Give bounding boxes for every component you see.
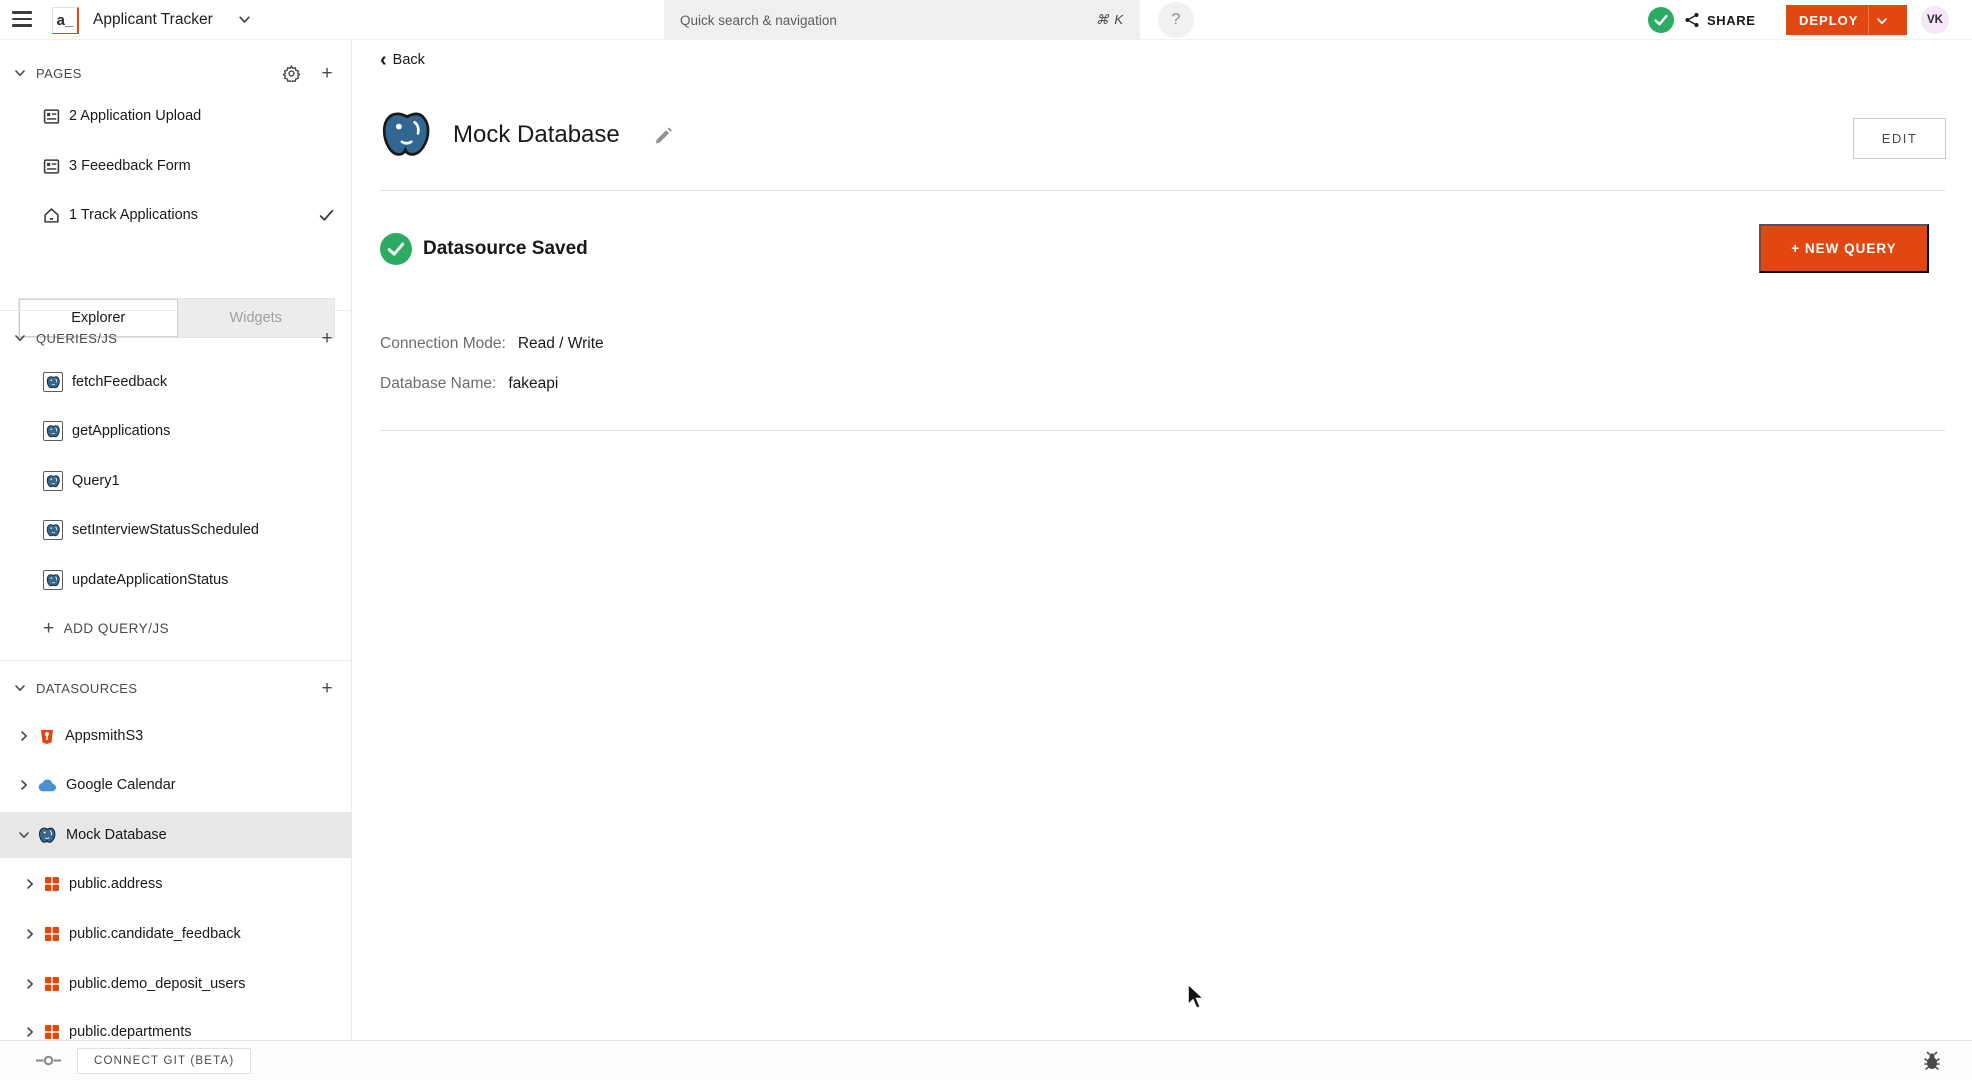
datasource-detail-panel: ‹ Back Mock Database EDIT Datasource Sav… bbox=[353, 40, 1972, 1040]
cloud-icon bbox=[38, 778, 57, 793]
back-chevron-icon: ‹ bbox=[380, 49, 387, 71]
datasource-header: Mock Database bbox=[380, 108, 673, 162]
queries-add-button[interactable]: + bbox=[316, 327, 338, 349]
table-item-public-candidate-feedback[interactable]: public.candidate_feedback bbox=[0, 914, 351, 954]
table-icon bbox=[44, 926, 60, 942]
sidebar-divider bbox=[0, 310, 351, 311]
datasource-item-appsmiths3[interactable]: AppsmithS3 bbox=[0, 716, 351, 756]
current-page-check-icon bbox=[319, 209, 334, 222]
search-shortcut: ⌘ K bbox=[1095, 12, 1124, 27]
chevron-right-icon[interactable] bbox=[22, 878, 38, 890]
app-title[interactable]: Applicant Tracker bbox=[93, 0, 213, 40]
chevron-right-icon[interactable] bbox=[22, 978, 38, 990]
connect-git-button[interactable]: CONNECT GIT (BETA) bbox=[77, 1048, 252, 1074]
top-bar: a_ Applicant Tracker Quick search & navi… bbox=[0, 0, 1972, 40]
postgres-icon bbox=[43, 471, 63, 491]
query-item-fetchFeedback[interactable]: fetchFeedback bbox=[0, 362, 351, 402]
rename-pencil-icon[interactable] bbox=[654, 126, 673, 145]
postgres-icon bbox=[43, 570, 63, 590]
postgres-icon bbox=[38, 826, 57, 845]
header-divider bbox=[380, 190, 1945, 191]
pages-settings-gear-icon[interactable] bbox=[280, 62, 302, 84]
chevron-right-icon[interactable] bbox=[16, 730, 32, 742]
add-query-js-button[interactable]: + ADD QUERY/JS bbox=[0, 608, 351, 648]
user-avatar[interactable]: VK bbox=[1921, 6, 1949, 34]
git-branch-icon bbox=[36, 1053, 61, 1068]
pages-add-button[interactable]: + bbox=[316, 62, 338, 84]
datasources-section-header[interactable]: DATASOURCES + bbox=[0, 673, 351, 703]
share-icon bbox=[1684, 12, 1700, 28]
share-button[interactable]: SHARE bbox=[1684, 0, 1756, 40]
new-query-button[interactable]: + NEW QUERY bbox=[1759, 224, 1929, 273]
app-title-chevron-down-icon[interactable] bbox=[238, 13, 251, 26]
datasource-item-mock-database[interactable]: Mock Database bbox=[0, 812, 351, 858]
success-check-icon bbox=[380, 233, 412, 265]
entity-explorer-sidebar: PAGES + 2 Application Upload 3 Feeedback… bbox=[0, 40, 352, 1040]
postgres-icon bbox=[43, 372, 63, 392]
postgres-icon bbox=[43, 520, 63, 540]
query-item-getApplications[interactable]: getApplications bbox=[0, 411, 351, 451]
debug-bug-icon[interactable] bbox=[1922, 1051, 1942, 1071]
pages-chevron-down-icon[interactable] bbox=[14, 67, 26, 79]
sidebar-item-page-application-upload[interactable]: 2 Application Upload bbox=[0, 96, 351, 136]
table-icon bbox=[44, 1024, 60, 1040]
query-item-updateApplicationStatus[interactable]: updateApplicationStatus bbox=[0, 560, 351, 600]
postgres-icon bbox=[43, 421, 63, 441]
back-button[interactable]: ‹ Back bbox=[380, 49, 425, 71]
appsmith-logo[interactable]: a_ bbox=[52, 7, 79, 34]
canvas-page-icon bbox=[43, 158, 60, 175]
datasource-item-google-calendar[interactable]: Google Calendar bbox=[0, 765, 351, 805]
datasource-title: Mock Database bbox=[453, 121, 620, 148]
menu-hamburger-icon[interactable] bbox=[12, 11, 32, 28]
table-icon bbox=[44, 876, 60, 892]
quick-search-input[interactable]: Quick search & navigation ⌘ K bbox=[664, 0, 1140, 40]
pages-section-header[interactable]: PAGES + bbox=[0, 58, 351, 88]
canvas-page-icon bbox=[43, 108, 60, 125]
plus-icon: + bbox=[43, 617, 55, 639]
sidebar-item-page-track-applications[interactable]: 1 Track Applications bbox=[0, 195, 352, 235]
chevron-right-icon[interactable] bbox=[16, 779, 32, 791]
datasource-status: Datasource Saved bbox=[380, 233, 588, 265]
edit-datasource-button[interactable]: EDIT bbox=[1853, 118, 1946, 159]
save-status-check-icon bbox=[1648, 7, 1674, 33]
query-item-setInterviewStatusScheduled[interactable]: setInterviewStatusScheduled bbox=[0, 510, 351, 550]
sidebar-divider bbox=[0, 660, 351, 661]
deploy-chevron-down-icon[interactable] bbox=[1869, 13, 1896, 27]
query-item-Query1[interactable]: Query1 bbox=[0, 461, 351, 501]
connection-mode-field: Connection Mode: Read / Write bbox=[380, 335, 604, 352]
postgres-logo bbox=[380, 108, 434, 162]
queries-chevron-down-icon[interactable] bbox=[14, 332, 26, 344]
chevron-right-icon[interactable] bbox=[22, 928, 38, 940]
datasources-add-button[interactable]: + bbox=[316, 677, 338, 699]
search-placeholder: Quick search & navigation bbox=[680, 12, 837, 28]
table-item-public-address[interactable]: public.address bbox=[0, 864, 351, 904]
chevron-down-icon[interactable] bbox=[16, 829, 32, 841]
home-icon bbox=[43, 207, 60, 224]
sidebar-item-page-feedback-form[interactable]: 3 Feeedback Form bbox=[0, 146, 351, 186]
datasources-chevron-down-icon[interactable] bbox=[14, 682, 26, 694]
deploy-button[interactable]: DEPLOY bbox=[1786, 5, 1907, 35]
queries-section-header[interactable]: QUERIES/JS + bbox=[0, 323, 351, 353]
bottom-bar: CONNECT GIT (BETA) bbox=[0, 1040, 1972, 1080]
table-icon bbox=[44, 976, 60, 992]
table-item-public-demo-deposit-users[interactable]: public.demo_deposit_users bbox=[0, 964, 351, 1004]
database-name-field: Database Name: fakeapi bbox=[380, 375, 559, 392]
chevron-right-icon[interactable] bbox=[22, 1026, 38, 1038]
table-item-public-departments[interactable]: public.departments bbox=[0, 1012, 351, 1040]
content-divider bbox=[380, 430, 1945, 431]
s3-icon bbox=[38, 727, 56, 745]
help-button[interactable]: ? bbox=[1158, 2, 1194, 38]
